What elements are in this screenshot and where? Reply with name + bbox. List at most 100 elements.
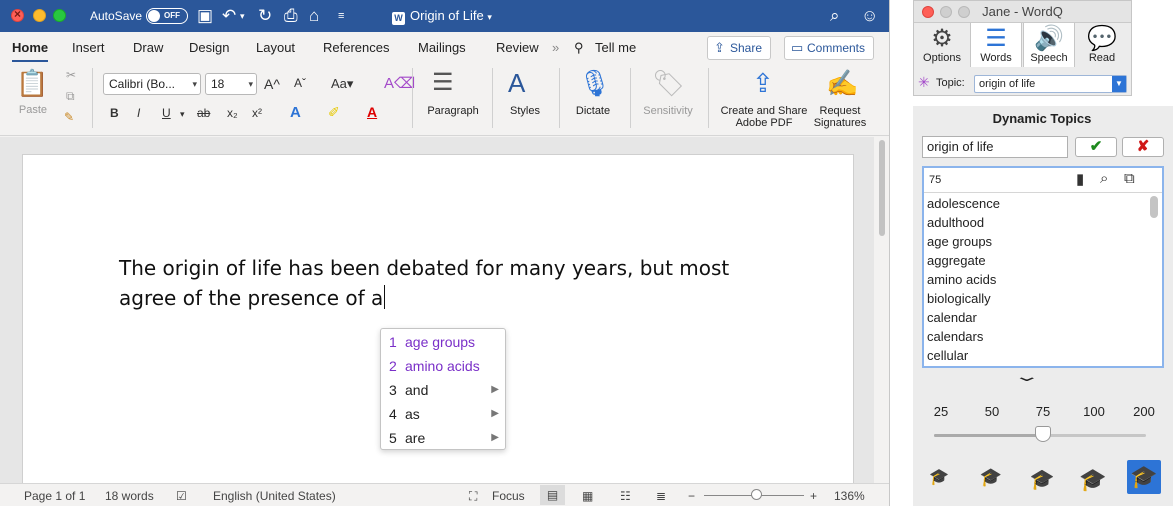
bold-button[interactable]: B xyxy=(110,106,119,120)
close-window-button[interactable] xyxy=(922,6,934,18)
focus-label[interactable]: Focus xyxy=(492,489,525,503)
prediction-item[interactable]: 4 as ▶ xyxy=(389,403,499,425)
italic-button[interactable]: I xyxy=(137,106,140,120)
home-icon[interactable]: ⌂ xyxy=(309,6,319,26)
customize-toolbar-icon[interactable]: ≡ xyxy=(338,6,344,26)
grad-cap-level-1-icon[interactable]: 🎓 xyxy=(922,467,956,487)
book-icon[interactable]: ▮ xyxy=(1076,170,1084,188)
underline-button[interactable]: U xyxy=(162,106,171,120)
strikethrough-button[interactable]: ab xyxy=(197,106,210,120)
language[interactable]: English (United States) xyxy=(213,489,336,503)
word-count[interactable]: 18 words xyxy=(105,489,154,503)
tell-me-box[interactable]: Tell me xyxy=(595,40,636,55)
grad-cap-level-2-icon[interactable]: 🎓 xyxy=(974,467,1008,488)
speech-button[interactable]: 🔊 Speech xyxy=(1023,23,1075,67)
zoom-window-button[interactable] xyxy=(53,9,66,22)
zoom-slider-knob[interactable] xyxy=(751,489,762,500)
grow-font-icon[interactable]: A^ xyxy=(264,76,280,92)
search-icon[interactable]: ⌕ xyxy=(1100,170,1108,187)
list-item[interactable]: calendar xyxy=(927,310,977,325)
slider-knob[interactable] xyxy=(1035,426,1051,442)
tab-draw[interactable]: Draw xyxy=(133,40,163,55)
prediction-item[interactable]: 2 amino acids xyxy=(389,355,499,377)
more-tabs-icon[interactable]: » xyxy=(552,40,559,55)
scrollbar-thumb[interactable] xyxy=(879,140,885,236)
smiley-feedback-icon[interactable]: ☺ xyxy=(861,6,878,26)
request-signatures-label[interactable]: Request Signatures xyxy=(810,105,870,129)
collapse-chevron-icon[interactable]: ⌄ xyxy=(1013,368,1041,385)
prediction-item[interactable]: 1 age groups xyxy=(389,331,499,353)
document-title[interactable]: W Origin of Life ▾ xyxy=(392,8,492,25)
share-button[interactable]: ⇪ Share xyxy=(707,36,772,60)
list-item[interactable]: aggregate xyxy=(927,253,986,268)
list-item[interactable]: amino acids xyxy=(927,272,996,287)
undo-icon[interactable]: ↶ xyxy=(222,6,236,26)
focus-icon[interactable]: ⛶ xyxy=(469,489,477,504)
copy-icon[interactable]: ⧉ xyxy=(66,89,75,104)
tab-review[interactable]: Review xyxy=(496,40,539,55)
zoom-in-icon[interactable]: + xyxy=(810,489,817,503)
print-layout-icon[interactable]: ▤ xyxy=(540,485,565,505)
topic-word-list[interactable]: 75 ▮ ⌕ ⧉ adolescence adulthood age group… xyxy=(922,166,1164,368)
styles-icon[interactable]: A xyxy=(508,68,525,99)
tab-home[interactable]: Home xyxy=(12,40,49,63)
web-layout-icon[interactable]: ▦ xyxy=(582,489,593,503)
words-button[interactable]: ☰ Words xyxy=(970,23,1022,67)
topic-input[interactable]: origin of life xyxy=(922,136,1068,158)
scrollbar-thumb[interactable] xyxy=(1150,196,1158,218)
cut-icon[interactable]: ✂ xyxy=(66,68,76,82)
list-item[interactable]: cellular xyxy=(927,348,968,363)
paste-icon[interactable]: 📋 xyxy=(16,68,48,99)
underline-dropdown-icon[interactable]: ▾ xyxy=(180,109,185,120)
copy-icon[interactable]: ⧉ xyxy=(1124,170,1135,187)
shrink-font-icon[interactable]: Aˇ xyxy=(294,76,306,90)
pdf-share-icon[interactable]: ⇪ xyxy=(752,68,774,99)
proofing-icon[interactable]: ☑ xyxy=(176,489,187,503)
list-item[interactable]: adulthood xyxy=(927,215,984,230)
signature-icon[interactable]: ✍ xyxy=(826,68,858,99)
save-icon[interactable]: ▣ xyxy=(197,6,213,26)
list-item[interactable]: age groups xyxy=(927,234,992,249)
cancel-button[interactable]: ✘ xyxy=(1122,137,1164,157)
read-button[interactable]: 💬 Read xyxy=(1076,23,1128,67)
draft-icon[interactable]: ≣ xyxy=(656,489,666,503)
print-icon[interactable]: ⎙ xyxy=(284,6,298,26)
tab-mailings[interactable]: Mailings xyxy=(418,40,466,55)
zoom-out-icon[interactable]: − xyxy=(688,489,695,503)
grad-cap-level-4-icon[interactable]: 🎓 xyxy=(1076,467,1110,493)
tab-design[interactable]: Design xyxy=(189,40,229,55)
redo-icon[interactable]: ↻ xyxy=(258,6,272,26)
grad-cap-level-5-icon[interactable]: 🎓 xyxy=(1127,460,1161,494)
close-window-button[interactable] xyxy=(11,7,24,22)
subscript-button[interactable]: x₂ xyxy=(227,106,238,120)
change-case-icon[interactable]: Aa▾ xyxy=(331,76,353,92)
comments-button[interactable]: ▭ Comments xyxy=(784,36,875,60)
tab-layout[interactable]: Layout xyxy=(256,40,295,55)
list-item[interactable]: adolescence xyxy=(927,196,1000,211)
format-painter-icon[interactable]: ✎ xyxy=(64,110,74,124)
confirm-button[interactable]: ✔ xyxy=(1075,137,1117,157)
clear-formatting-icon[interactable]: A⌫ xyxy=(384,74,415,92)
font-size-box[interactable]: 18 ▾ xyxy=(205,73,257,95)
prediction-item[interactable]: 3 and ▶ xyxy=(389,379,499,401)
zoom-level[interactable]: 136% xyxy=(834,489,865,503)
font-name-box[interactable]: Calibri (Bo... ▾ xyxy=(103,73,201,95)
list-item[interactable]: calendars xyxy=(927,329,983,344)
undo-dropdown-icon[interactable]: ▾ xyxy=(240,6,245,26)
outline-icon[interactable]: ☷ xyxy=(620,489,631,503)
autosave-toggle[interactable]: OFF xyxy=(146,8,188,24)
prediction-item[interactable]: 5 are ▶ xyxy=(389,427,499,449)
paragraph-icon[interactable]: ☰ xyxy=(432,68,454,97)
search-icon[interactable]: ⌕ xyxy=(830,6,840,26)
microphone-icon[interactable]: 🎙 xyxy=(578,68,611,99)
document-body[interactable]: The origin of life has been debated for … xyxy=(119,253,759,313)
highlight-icon[interactable]: ✐ xyxy=(328,104,340,121)
options-button[interactable]: ⚙ Options xyxy=(916,23,968,67)
page-count[interactable]: Page 1 of 1 xyxy=(24,489,85,503)
text-effects-icon[interactable]: A xyxy=(290,104,301,121)
vertical-scrollbar[interactable] xyxy=(874,137,889,483)
grad-cap-level-3-icon[interactable]: 🎓 xyxy=(1025,467,1059,492)
font-color-icon[interactable]: A xyxy=(367,104,377,120)
tab-references[interactable]: References xyxy=(323,40,389,55)
tab-insert[interactable]: Insert xyxy=(72,40,105,55)
